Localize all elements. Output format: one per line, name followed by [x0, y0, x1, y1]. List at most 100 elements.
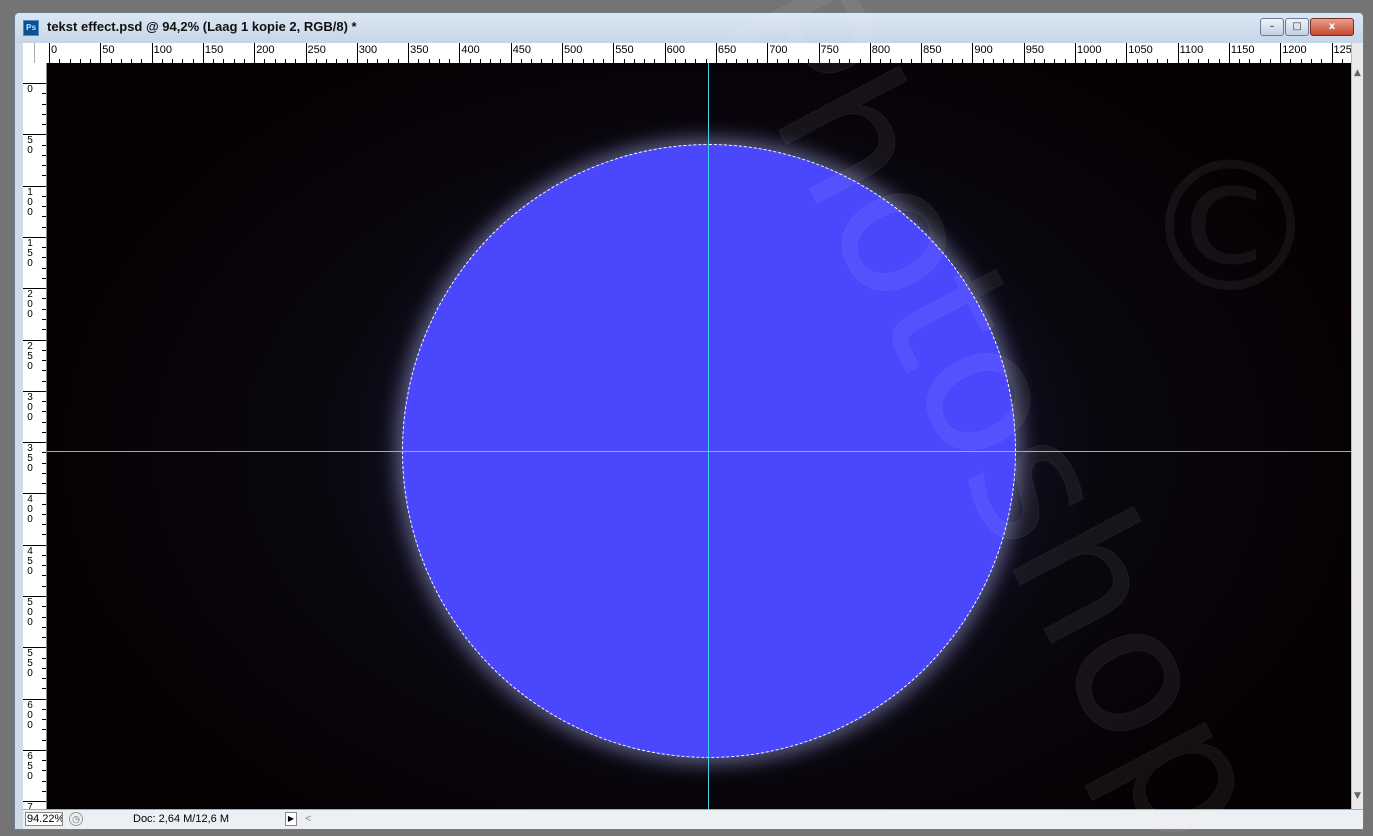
ruler-tick: [1280, 43, 1282, 63]
ruler-tick: [510, 43, 512, 63]
ruler-minor-tick: [42, 113, 46, 115]
ruler-tick: [202, 43, 204, 63]
status-clock-icon[interactable]: ◷: [69, 812, 83, 826]
photoshop-icon: Ps: [23, 20, 39, 36]
horizontal-guide[interactable]: [47, 451, 1351, 452]
ruler-minor-tick: [42, 708, 46, 710]
ruler-minor-tick: [42, 308, 46, 310]
ruler-label: 0: [27, 668, 33, 680]
ruler-minor-tick: [42, 462, 46, 464]
ruler-tick: [613, 43, 615, 63]
ruler-minor-tick: [42, 257, 46, 259]
ruler-minor-tick: [42, 739, 46, 741]
ruler-minor-tick: [42, 360, 46, 362]
ruler-minor-tick: [42, 585, 46, 587]
ruler-minor-tick: [42, 195, 46, 197]
ruler-minor-tick: [42, 719, 46, 721]
scroll-up-arrow[interactable]: ▲: [1354, 68, 1361, 78]
horizontal-ruler[interactable]: 0 50 100 150 200 250 300 350 400 450 500 550 600 650 7…: [35, 43, 1351, 64]
scroll-left-arrow[interactable]: <: [305, 813, 311, 825]
ruler-label: 450: [512, 44, 532, 56]
ruler-tick: [1331, 43, 1333, 63]
ruler-minor-tick: [42, 267, 46, 269]
document-title: tekst effect.psd @ 94,2% (Laag 1 kopie 2…: [47, 19, 357, 34]
ruler-label: 0: [27, 617, 33, 628]
ruler-tick: [1177, 43, 1179, 63]
ruler-label: 1100: [1179, 44, 1204, 56]
ruler-label: 650: [717, 44, 737, 56]
ruler-label: 0: [51, 44, 58, 56]
ruler-label: 350: [410, 44, 429, 56]
ruler-minor-tick: [42, 318, 46, 320]
ruler-label: 1150: [1230, 44, 1255, 56]
zoom-field[interactable]: 94.22%: [25, 812, 63, 826]
ruler-minor-tick: [42, 606, 46, 608]
ruler-label: 200: [256, 44, 275, 56]
ruler-minor-tick: [42, 616, 46, 618]
ruler-minor-tick: [42, 93, 46, 95]
close-button[interactable]: x: [1310, 18, 1354, 36]
ruler-minor-tick: [42, 144, 46, 146]
ruler-minor-tick: [42, 370, 46, 372]
ruler-minor-tick: [42, 790, 46, 792]
ruler-minor-tick: [42, 760, 46, 762]
ruler-label: 400: [461, 44, 480, 56]
ruler-minor-tick: [42, 431, 46, 433]
ruler-tick: [818, 43, 820, 63]
ruler-label: 1050: [1128, 44, 1153, 56]
ruler-minor-tick: [42, 513, 46, 515]
ruler-minor-tick: [42, 154, 46, 156]
window-titlebar[interactable]: Ps tekst effect.psd @ 94,2% (Laag 1 kopi…: [15, 13, 1363, 43]
ruler-label: 550: [615, 44, 634, 56]
ruler-minor-tick: [42, 637, 46, 639]
ruler-minor-tick: [42, 401, 46, 403]
scroll-down-arrow[interactable]: ▼: [1354, 791, 1361, 801]
ruler-minor-tick: [42, 298, 46, 300]
ruler-tick: [715, 43, 717, 63]
ruler-label: 700: [769, 44, 788, 56]
ruler-label: 0: [27, 565, 33, 577]
document-info: Doc: 2,64 M/12,6 M: [133, 813, 229, 825]
maximize-button[interactable]: □: [1285, 18, 1309, 36]
ruler-tick: [1228, 43, 1230, 63]
ruler-label: 800: [871, 44, 891, 56]
ruler-tick: [459, 43, 461, 63]
status-menu-arrow-icon[interactable]: ▶: [285, 812, 297, 826]
ruler-minor-tick: [42, 565, 46, 567]
ruler-minor-tick: [42, 503, 46, 505]
vertical-scrollbar[interactable]: ▲ ▼: [1351, 43, 1363, 809]
ruler-label: 750: [820, 44, 839, 56]
ruler-tick: [972, 43, 974, 63]
ruler-label: 0: [27, 514, 33, 526]
vertical-ruler[interactable]: 0501001502002503003504004505005506006507…: [23, 63, 47, 809]
ruler-tick: [305, 43, 307, 63]
ruler-tick: [356, 43, 358, 63]
ruler-label: 300: [358, 44, 378, 56]
ruler-minor-tick: [42, 247, 46, 249]
ruler-label: 900: [974, 44, 993, 56]
ruler-label: 5: [27, 350, 33, 362]
ruler-minor-tick: [42, 206, 46, 208]
ruler-minor-tick: [42, 216, 46, 218]
ruler-label: 0: [27, 206, 33, 218]
ruler-label: 0: [27, 719, 33, 731]
ruler-minor-tick: [42, 534, 46, 536]
ruler-minor-tick: [42, 483, 46, 485]
ruler-minor-tick: [42, 349, 46, 351]
vertical-guide[interactable]: [708, 63, 709, 809]
ruler-minor-tick: [42, 329, 46, 331]
ruler-minor-tick: [42, 103, 46, 105]
ruler-minor-tick: [42, 554, 46, 556]
ruler-tick: [1075, 43, 1076, 63]
ruler-label: 150: [204, 44, 224, 56]
ruler-label: 0: [27, 257, 33, 269]
ruler-minor-tick: [42, 175, 46, 177]
ruler-minor-tick: [42, 667, 46, 669]
document-canvas[interactable]: [47, 63, 1351, 809]
ruler-minor-tick: [42, 626, 46, 628]
minimize-button[interactable]: –: [1260, 18, 1284, 36]
ruler-minor-tick: [42, 688, 46, 690]
ruler-minor-tick: [42, 657, 46, 659]
ruler-origin[interactable]: [23, 43, 35, 63]
ruler-tick: [1023, 43, 1025, 63]
